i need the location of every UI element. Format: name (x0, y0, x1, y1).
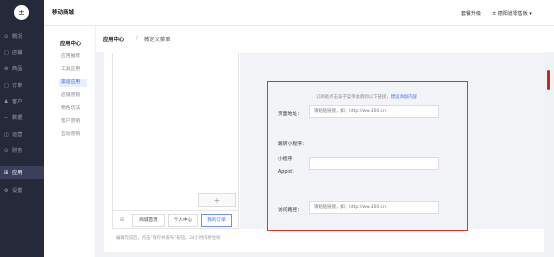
mini-program-label: 跳转小程序： (278, 142, 307, 147)
nav-item-finance[interactable]: ⊙ 财务 (0, 144, 44, 157)
appid-input[interactable] (309, 157, 439, 170)
form-hint-text: 订阅者点击该子菜单会跳到以下链接， (316, 95, 391, 100)
mini-program-sub-label: 小程序 (278, 157, 293, 162)
add-content-link[interactable]: 建议添加内容 (391, 95, 417, 100)
sidebar: ± ⊙ 概况 □ 店铺 ⊕ 商品 □ 订单 ♟ 客户 ∽ 数据 ◫ 运营 ⊙ 财… (0, 0, 44, 257)
store-icon: □ (4, 49, 9, 56)
nav-item-customers[interactable]: ♟ 客户 (0, 95, 44, 108)
customers-icon: ♟ (4, 98, 9, 105)
add-submenu-button[interactable]: + (198, 193, 236, 207)
tab-personal-center[interactable]: 个人中心 (168, 214, 198, 227)
subnav-item[interactable]: 店铺营销 (59, 92, 87, 100)
nav-label: 应用 (12, 170, 23, 176)
save-note: 编辑完成后，点击“保存并发布”按钮，24小时内将生效 (116, 236, 221, 241)
data-icon: ∽ (4, 114, 9, 121)
nav-item-operations[interactable]: ◫ 运营 (0, 128, 44, 141)
appid-label: Appid： (278, 170, 297, 175)
orders-icon: □ (4, 82, 9, 89)
form-hint: 订阅者点击该子菜单会跳到以下链接，建议添加内容 (316, 94, 417, 100)
shop-name: 移动商城 (52, 10, 75, 16)
path-label: 访问路径： (278, 208, 302, 213)
nav-label: 商品 (12, 66, 23, 72)
subnav-item[interactable]: 物色玩法 (59, 105, 87, 113)
tab-mall-home[interactable]: 商城首页 (132, 214, 165, 227)
nav-item-store[interactable]: □ 店铺 (0, 46, 44, 59)
subnav-item[interactable]: 互动营销 (59, 131, 87, 139)
nav-label: 财务 (12, 148, 23, 154)
subnav-item-active[interactable]: 渠道应用 (59, 79, 87, 87)
nav-label: 概况 (12, 34, 23, 40)
nav-label: 运营 (12, 132, 23, 138)
upgrade-link[interactable]: 套餐升级 (461, 10, 481, 17)
menu-tabbar: ⊞ 商城首页 个人中心 我的订单 (112, 210, 239, 229)
breadcrumb-current: 微定义菜单 (144, 37, 171, 43)
nav-item-products[interactable]: ⊕ 商品 (0, 62, 44, 75)
nav-label: 数据 (12, 115, 23, 121)
tab-my-orders[interactable]: 我的订单 (201, 214, 232, 227)
subnav-item[interactable]: 工具应用 (59, 66, 87, 74)
nav-label: 店铺 (12, 50, 23, 56)
breadcrumb-separator: / (136, 35, 138, 41)
settings-icon: ⚙ (4, 187, 9, 194)
nav-item-overview[interactable]: ⊙ 概况 (0, 30, 44, 43)
topbar: 移动商城 套餐升级 ± 德阳道零售板 ▾ (44, 0, 554, 26)
breadcrumb: 应用中心 / 微定义菜单 (96, 26, 554, 52)
scrollbar-thumb[interactable] (547, 70, 550, 90)
nav-item-settings[interactable]: ⚙ 设置 (0, 184, 44, 197)
nav-label: 客户 (12, 99, 23, 105)
subnav-item[interactable]: 客户营销 (59, 118, 87, 126)
user-menu[interactable]: ± 德阳道零售板 ▾ (492, 10, 532, 17)
logo: ± (14, 5, 29, 20)
page-url-label: 页面地址： (278, 112, 302, 117)
finance-icon: ⊙ (4, 147, 9, 154)
subnav-item[interactable]: 应用推荐 (59, 53, 87, 61)
subnav-title: 应用中心 (60, 41, 82, 47)
apps-icon: ⊞ (4, 169, 9, 176)
overview-icon: ⊙ (4, 33, 9, 40)
nav-item-data[interactable]: ∽ 数据 (0, 111, 44, 124)
keyboard-icon: ⊞ (119, 217, 125, 223)
breadcrumb-root[interactable]: 应用中心 (103, 35, 124, 43)
page-url-input[interactable] (309, 105, 439, 118)
path-input[interactable] (309, 201, 439, 214)
nav-label: 订单 (12, 83, 23, 89)
subnav: 应用中心 应用推荐 工具应用 渠道应用 店铺营销 物色玩法 客户营销 互动营销 (44, 26, 96, 257)
nav-item-orders[interactable]: □ 订单 (0, 79, 44, 92)
operations-icon: ◫ (4, 131, 9, 138)
nav-label: 设置 (12, 188, 23, 194)
products-icon: ⊕ (4, 65, 9, 72)
nav-item-apps[interactable]: ⊞ 应用 (0, 166, 44, 179)
